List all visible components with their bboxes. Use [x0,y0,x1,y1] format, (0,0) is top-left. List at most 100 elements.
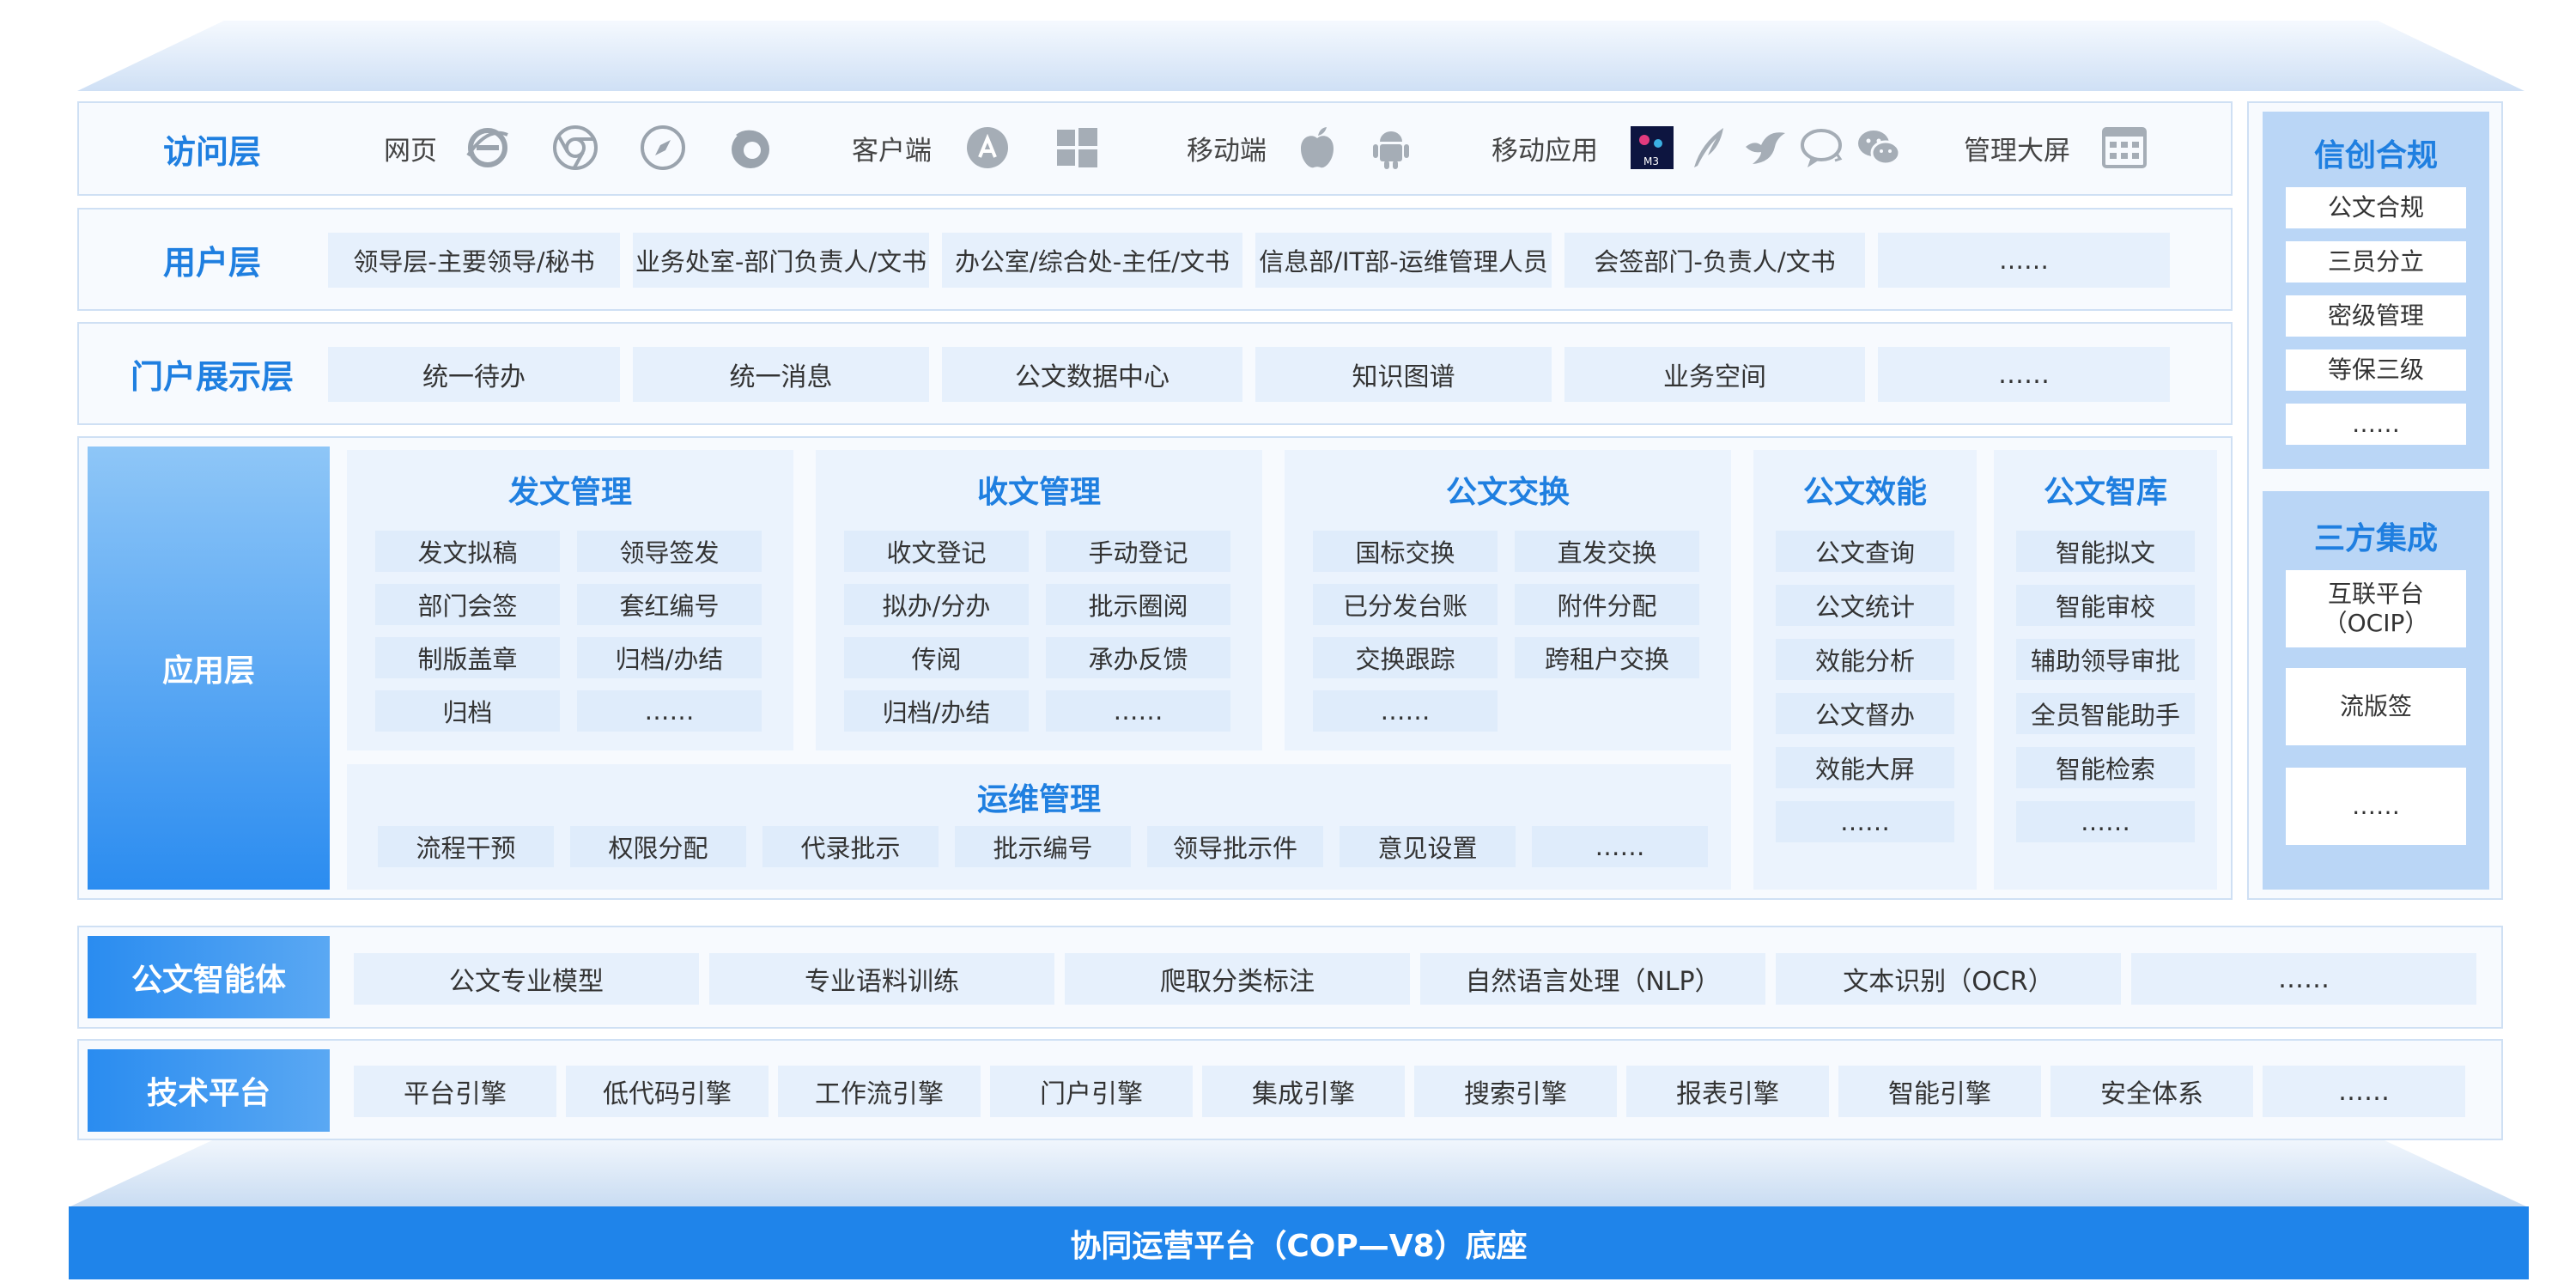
module-item: 公文统计 [1776,585,1954,626]
app-layer-label: 应用层 [88,447,330,890]
access-group-big-screen: 管理大屏 [1964,125,2148,171]
module-item: 国标交换 [1313,531,1498,572]
module-item: 承办反馈 [1046,637,1230,678]
agent-item: 公文专业模型 [354,953,699,1005]
module-item: 智能检索 [2016,747,2195,788]
module-item: 效能分析 [1776,639,1954,680]
portal-item: 业务空间 [1564,347,1865,402]
integration-title: 三方集成 [2313,521,2438,556]
ops-item: 流程干预 [378,826,554,867]
module-title: 运维管理 [976,782,1101,817]
ops-item: …… [1532,826,1708,867]
user-item: 办公室/综合处-主任/文书 [942,233,1242,288]
access-layer-label: 访问层 [162,132,261,171]
module-item: 批示圈阅 [1046,584,1230,625]
integration-panel: 三方集成 互联平台 （OCIP） 流版签 …… [2263,491,2489,890]
android-icon [1368,125,1414,171]
module-title: 公文智库 [2043,475,2167,510]
module-item: 归档 [375,690,560,732]
module-item: …… [1313,690,1498,732]
module-item: 智能拟文 [2016,531,2195,572]
integration-item: 互联平台 （OCIP） [2286,570,2466,647]
safari-icon [640,125,686,171]
portal-item: 统一消息 [633,347,929,402]
agent-layer-row: 公文智能体 公文专业模型 专业语料训练 爬取分类标注 自然语言处理（NLP） 文… [77,926,2503,1029]
module-item: 制版盖章 [375,637,560,678]
chat-bubble-icon [1799,125,1845,171]
app-layer-row: 应用层 发文管理 发文拟稿 领导签发 部门会签 套红编号 制版盖章 归档/办结 … [77,436,2233,900]
agent-item: 专业语料训练 [709,953,1054,1005]
module-title: 收文管理 [976,475,1101,510]
user-item: …… [1878,233,2170,288]
integration-item: …… [2286,768,2466,845]
dashboard-screen-icon [2101,125,2148,171]
module-title: 发文管理 [507,475,632,510]
wechat-icon [1856,125,1902,171]
module-item: 归档/办结 [577,637,762,678]
module-item: 直发交换 [1515,531,1699,572]
tech-item: 集成引擎 [1202,1066,1405,1117]
module-dispatch: 发文管理 发文拟稿 领导签发 部门会签 套红编号 制版盖章 归档/办结 归档 …… [347,450,793,750]
compliance-item: 公文合规 [2286,187,2466,228]
tech-item: …… [2263,1066,2465,1117]
agent-layer-label: 公文智能体 [88,936,330,1018]
user-layer-label: 用户层 [162,243,261,282]
m-app-icon: M3 [1629,125,1675,171]
portal-item: 公文数据中心 [942,347,1242,402]
tech-layer-row: 技术平台 平台引擎 低代码引擎 工作流引擎 门户引擎 集成引擎 搜索引擎 报表引… [77,1039,2503,1140]
integration-item: 流版签 [2286,668,2466,745]
module-item: 发文拟稿 [375,531,560,572]
module-item: 效能大屏 [1776,747,1954,788]
user-layer-row: 用户层 领导层-主要领导/秘书 业务处室-部门负责人/文书 办公室/综合处-主任… [77,208,2233,311]
feather-icon [1686,125,1732,171]
module-item: 公文查询 [1776,531,1954,572]
module-item: 部门会签 [375,584,560,625]
agent-item: 自然语言处理（NLP） [1420,953,1765,1005]
module-efficiency: 公文效能 公文查询 公文统计 效能分析 公文督办 效能大屏 …… [1753,450,1977,890]
user-item: 信息部/IT部-运维管理人员 [1255,233,1552,288]
module-receive: 收文管理 收文登记 手动登记 拟办/分办 批示圈阅 传阅 承办反馈 归档/办结 … [816,450,1262,750]
module-item: 辅助领导审批 [2016,639,2195,680]
portal-item: 统一待办 [328,347,620,402]
module-item: 传阅 [844,637,1029,678]
tech-item: 平台引擎 [354,1066,556,1117]
bottom-platform-shape [70,1138,2526,1206]
base-title: 协同运营平台（COP—V8）底座 [1070,1228,1528,1264]
tech-item: 搜索引擎 [1414,1066,1617,1117]
module-item: …… [1776,801,1954,842]
module-item: 归档/办结 [844,690,1029,732]
module-item: 领导签发 [577,531,762,572]
module-exchange: 公文交换 国标交换 直发交换 已分发台账 附件分配 交换跟踪 跨租户交换 …… [1285,450,1731,750]
apple-icon [1294,125,1340,171]
top-platform-shape [77,21,2524,91]
chrome-icon [552,125,598,171]
ops-item: 领导批示件 [1147,826,1323,867]
base-platform-bar: 协同运营平台（COP—V8）底座 [69,1206,2529,1279]
module-title: 公文交换 [1445,475,1570,510]
ops-item: 批示编号 [955,826,1131,867]
appstore-icon [964,125,1011,171]
compliance-item: 三员分立 [2286,241,2466,283]
module-item: 公文督办 [1776,693,1954,734]
module-item: …… [577,690,762,732]
tech-item: 工作流引擎 [778,1066,981,1117]
module-ops: 运维管理 流程干预 权限分配 代录批示 批示编号 领导批示件 意见设置 …… [347,764,1731,890]
ops-item: 意见设置 [1340,826,1516,867]
tech-item: 低代码引擎 [566,1066,769,1117]
module-item: 附件分配 [1515,584,1699,625]
ie-icon [465,125,511,171]
svg-text:M3: M3 [1643,155,1659,167]
agent-item: 爬取分类标注 [1065,953,1410,1005]
compliance-panel: 信创合规 公文合规 三员分立 密级管理 等保三级 …… [2263,112,2489,469]
module-item: 拟办/分办 [844,584,1029,625]
module-item: 智能审校 [2016,585,2195,626]
bird-icon [1742,125,1789,171]
portal-layer-row: 门户展示层 统一待办 统一消息 公文数据中心 知识图谱 业务空间 …… [77,322,2233,425]
access-group-mobile-apps: 移动应用 M3 [1492,125,1902,171]
compliance-item: 密级管理 [2286,295,2466,337]
tech-item: 安全体系 [2050,1066,2253,1117]
module-item: 已分发台账 [1313,584,1498,625]
module-item: 交换跟踪 [1313,637,1498,678]
ops-item: 权限分配 [570,826,746,867]
module-item: 全员智能助手 [2016,693,2195,734]
